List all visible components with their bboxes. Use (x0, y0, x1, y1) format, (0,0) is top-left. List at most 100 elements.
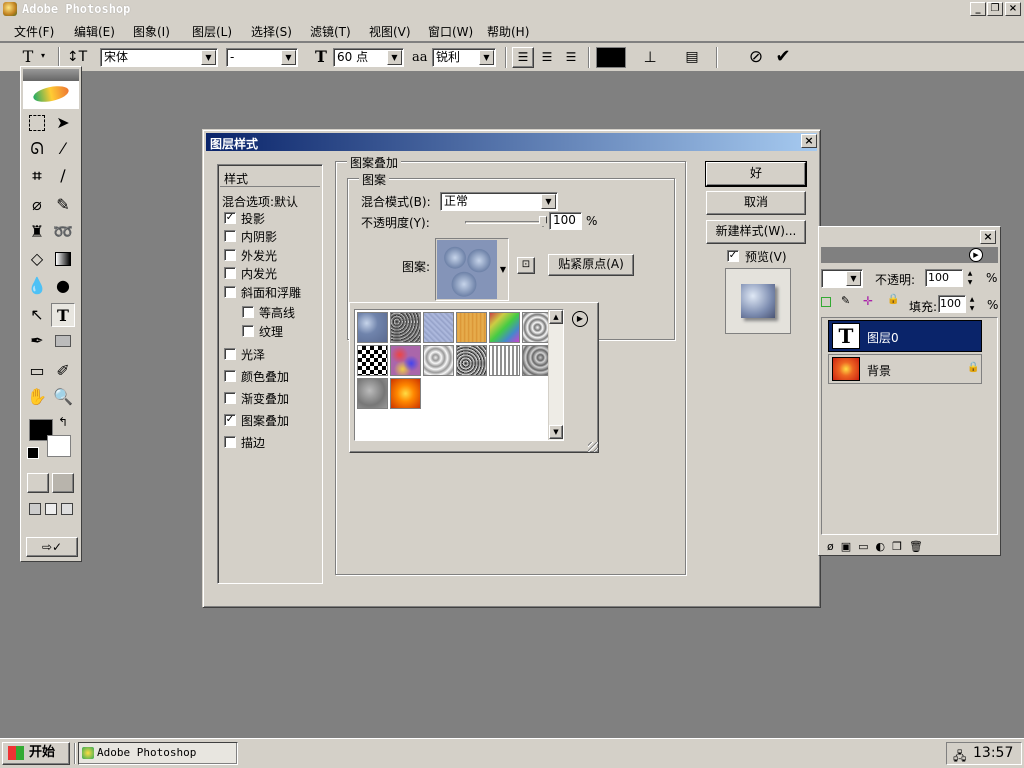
cancel-icon[interactable]: ⊘ (744, 45, 768, 69)
quick-mask-button[interactable] (52, 473, 74, 493)
lock-transparency-icon[interactable] (821, 297, 831, 307)
palettes-icon[interactable]: ▤ (680, 45, 704, 69)
lock-position-icon[interactable]: ✛ (863, 294, 873, 308)
panel-menu-arrow-icon[interactable]: ▶ (969, 248, 983, 262)
menu-window[interactable]: 窗口(W) (428, 23, 473, 40)
style-contour-checkbox[interactable] (242, 306, 254, 318)
lasso-tool-icon[interactable]: ᘏ (25, 137, 49, 161)
taskbar-photoshop-button[interactable]: Adobe Photoshop (78, 742, 238, 765)
style-pattern-overlay-checkbox[interactable]: ✓ (224, 414, 236, 426)
clone-stamp-icon[interactable]: ♜ (25, 220, 49, 244)
marquee-tool-icon[interactable] (25, 111, 49, 135)
style-color-overlay-checkbox[interactable] (224, 370, 236, 382)
layer-fill-input[interactable]: 100 (938, 295, 966, 313)
chevron-down-icon[interactable]: ▾ (41, 51, 45, 60)
ok-button[interactable]: 好 (705, 161, 807, 187)
opacity-stepper[interactable]: ▲ ▼ (964, 269, 976, 287)
scroll-up-arrow-icon[interactable]: ▲ (549, 310, 563, 324)
style-inner-shadow-checkbox[interactable] (224, 230, 236, 242)
resize-grip-icon[interactable] (588, 442, 598, 452)
gradient-tool-icon[interactable] (51, 247, 75, 271)
fullscreen-icon[interactable] (61, 503, 73, 515)
layers-panel-tabs[interactable]: ▶ (821, 247, 998, 263)
path-selection-icon[interactable]: ↖ (25, 303, 49, 327)
style-gradient-overlay-label[interactable]: 渐变叠加 (241, 390, 289, 407)
style-bevel-emboss-label[interactable]: 斜面和浮雕 (241, 284, 301, 301)
pattern-swatch-gravel[interactable] (456, 345, 487, 376)
pattern-swatch-colorful[interactable] (390, 345, 421, 376)
toolbox-handle[interactable] (23, 69, 79, 81)
swap-colors-icon[interactable]: ↰ (58, 415, 68, 429)
pattern-swatch-rainbow[interactable] (489, 312, 520, 343)
text-color-swatch[interactable] (596, 47, 626, 68)
menu-file[interactable]: 文件(F) (14, 23, 54, 40)
pattern-swatch-noise[interactable] (390, 312, 421, 343)
pattern-swatch-orange-texture[interactable] (456, 312, 487, 343)
pattern-swatch-bubbles[interactable] (357, 312, 388, 343)
new-layer-icon[interactable]: ❐ (892, 540, 909, 553)
minimize-button[interactable]: _ (970, 2, 986, 16)
jump-to-imageready-button[interactable]: ⇨✓ (26, 537, 78, 557)
clock[interactable]: 13:57 (973, 745, 1013, 761)
slice-tool-icon[interactable]: ∕ (51, 164, 75, 188)
style-color-overlay-label[interactable]: 颜色叠加 (241, 368, 289, 385)
restore-button[interactable]: ❐ (987, 2, 1003, 16)
zoom-tool-icon[interactable]: 🔍 (51, 385, 75, 409)
style-inner-shadow-label[interactable]: 内阴影 (241, 228, 277, 245)
picker-menu-arrow-icon[interactable]: ▶ (572, 311, 588, 327)
preview-checkbox[interactable]: ✓ (727, 250, 739, 262)
dialog-close-button[interactable]: × (801, 134, 817, 148)
pattern-swatch-checker[interactable] (357, 345, 388, 376)
style-texture-checkbox[interactable] (242, 325, 254, 337)
new-style-button[interactable]: 新建样式(W)... (706, 220, 806, 244)
style-stroke-label[interactable]: 描边 (241, 434, 265, 451)
start-button[interactable]: 开始 (2, 742, 70, 765)
adjustment-layer-icon[interactable]: ◐ (876, 540, 893, 553)
close-button[interactable]: × (1005, 2, 1021, 16)
lock-pixels-icon[interactable]: ✎ (841, 294, 850, 307)
style-drop-shadow-label[interactable]: 投影 (241, 210, 265, 227)
standard-mode-button[interactable] (27, 473, 49, 493)
history-brush-icon[interactable]: ➿ (51, 220, 75, 244)
network-icon[interactable]: 🖧 (953, 747, 966, 768)
menu-edit[interactable]: 编辑(E) (74, 23, 115, 40)
dodge-tool-icon[interactable]: ● (51, 274, 75, 298)
shape-tool-icon[interactable] (51, 329, 75, 353)
pattern-swatch-gray-stones[interactable] (423, 345, 454, 376)
menu-image[interactable]: 图象(I) (133, 23, 170, 40)
style-inner-glow-checkbox[interactable] (224, 267, 236, 279)
cancel-button[interactable]: 取消 (706, 191, 806, 215)
background-color-swatch[interactable] (47, 435, 71, 457)
layer-row-background[interactable]: 背景 🔒 (828, 354, 982, 384)
layers-panel-close-button[interactable]: × (980, 230, 996, 244)
pattern-swatch-stripes[interactable] (489, 345, 520, 376)
style-pattern-overlay-label[interactable]: 图案叠加 (241, 412, 289, 429)
eraser-tool-icon[interactable]: ◇ (25, 247, 49, 271)
menu-layer[interactable]: 图层(L) (192, 23, 232, 40)
layer-mask-icon[interactable]: ▣ (841, 540, 858, 553)
menu-view[interactable]: 视图(V) (369, 23, 411, 40)
menu-select[interactable]: 选择(S) (251, 23, 292, 40)
styles-header[interactable]: 样式 (220, 167, 320, 187)
default-colors-icon[interactable] (27, 447, 39, 459)
align-left-button[interactable]: ☰ (512, 47, 534, 68)
style-outer-glow-checkbox[interactable] (224, 249, 236, 261)
style-satin-label[interactable]: 光泽 (241, 346, 265, 363)
font-family-select[interactable]: 宋体 ▼ (100, 48, 218, 67)
style-drop-shadow-checkbox[interactable]: ✓ (224, 212, 236, 224)
font-size-select[interactable]: 60 点 ▼ (333, 48, 404, 67)
preview-label[interactable]: 预览(V) (745, 248, 787, 265)
new-group-icon[interactable]: ▭ (858, 540, 875, 553)
menu-filter[interactable]: 滤镜(T) (310, 23, 351, 40)
healing-brush-icon[interactable]: ⌀ (25, 193, 49, 217)
lock-all-icon[interactable]: 🔒 (887, 294, 899, 305)
snap-to-origin-button[interactable]: 贴紧原点(A) (548, 254, 634, 276)
new-preset-icon[interactable]: ⊡ (517, 257, 535, 274)
fullscreen-menu-icon[interactable] (45, 503, 57, 515)
fill-stepper[interactable]: ▲ ▼ (966, 295, 978, 313)
layer-style-icon[interactable]: ø (827, 540, 841, 553)
scroll-down-arrow-icon[interactable]: ▼ (549, 425, 563, 439)
font-style-select[interactable]: - ▼ (226, 48, 298, 67)
opacity-input[interactable]: 100 (549, 212, 582, 230)
type-tool-icon[interactable]: T (51, 303, 75, 327)
